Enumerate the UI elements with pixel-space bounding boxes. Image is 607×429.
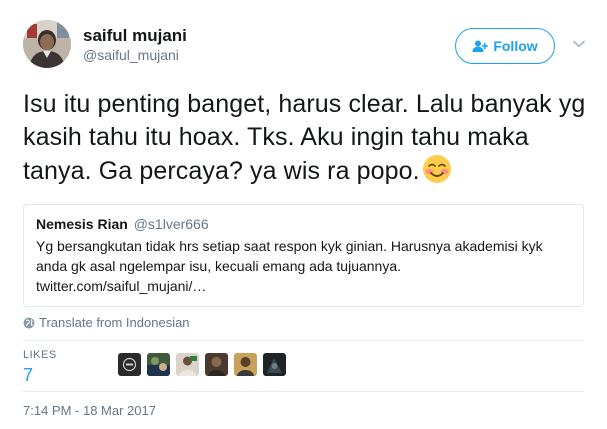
quoted-tweet-text: Yg bersangkutan tidak hrs setiap saat re…: [36, 236, 571, 296]
globe-icon: [23, 317, 35, 329]
translate-label: Translate from Indonesian: [39, 315, 190, 330]
likes-count: 7: [23, 365, 34, 385]
follow-button[interactable]: Follow: [455, 28, 555, 64]
likes-stat[interactable]: LIKES 7: [23, 349, 57, 386]
user-avatar-icon: [23, 20, 71, 68]
liker-avatar[interactable]: [263, 353, 286, 376]
quoted-tweet[interactable]: Nemesis Rian @s1lver666 Yg bersangkutan …: [23, 204, 584, 307]
liker-avatar[interactable]: [176, 353, 199, 376]
smiling-face-with-blush-emoji-icon: [422, 155, 451, 183]
quoted-author-name: Nemesis Rian: [36, 216, 128, 232]
liker-avatar[interactable]: [118, 353, 141, 376]
translate-button[interactable]: Translate from Indonesian: [23, 315, 190, 331]
quoted-link[interactable]: twitter.com/saiful_mujani/…: [36, 278, 206, 294]
author-display-name[interactable]: saiful mujani: [83, 26, 187, 46]
tweet-text-content: Isu itu penting banget, harus clear. Lal…: [23, 90, 586, 185]
quoted-text-content: Yg bersangkutan tidak hrs setiap saat re…: [36, 238, 543, 274]
liker-avatar[interactable]: [147, 353, 170, 376]
tweet-text: Isu itu penting banget, harus clear. Lal…: [23, 88, 593, 188]
divider: [23, 340, 584, 341]
follow-button-label: Follow: [493, 38, 538, 54]
liker-avatar[interactable]: [205, 353, 228, 376]
tweet-header: saiful mujani @saiful_mujani Follow: [23, 20, 593, 72]
quoted-tweet-header: Nemesis Rian @s1lver666: [36, 215, 571, 233]
author-avatar[interactable]: [23, 20, 71, 68]
likes-label: LIKES: [23, 349, 57, 361]
add-user-icon: [472, 40, 489, 52]
liker-avatar[interactable]: [234, 353, 257, 376]
liker-avatars: [118, 353, 292, 376]
divider: [23, 391, 584, 392]
author-handle[interactable]: @saiful_mujani: [83, 46, 187, 64]
author-names: saiful mujani @saiful_mujani: [83, 26, 187, 64]
quoted-author-handle: @s1lver666: [133, 216, 209, 232]
chevron-down-icon[interactable]: [571, 36, 587, 52]
tweet-timestamp[interactable]: 7:14 PM - 18 Mar 2017: [23, 403, 156, 419]
